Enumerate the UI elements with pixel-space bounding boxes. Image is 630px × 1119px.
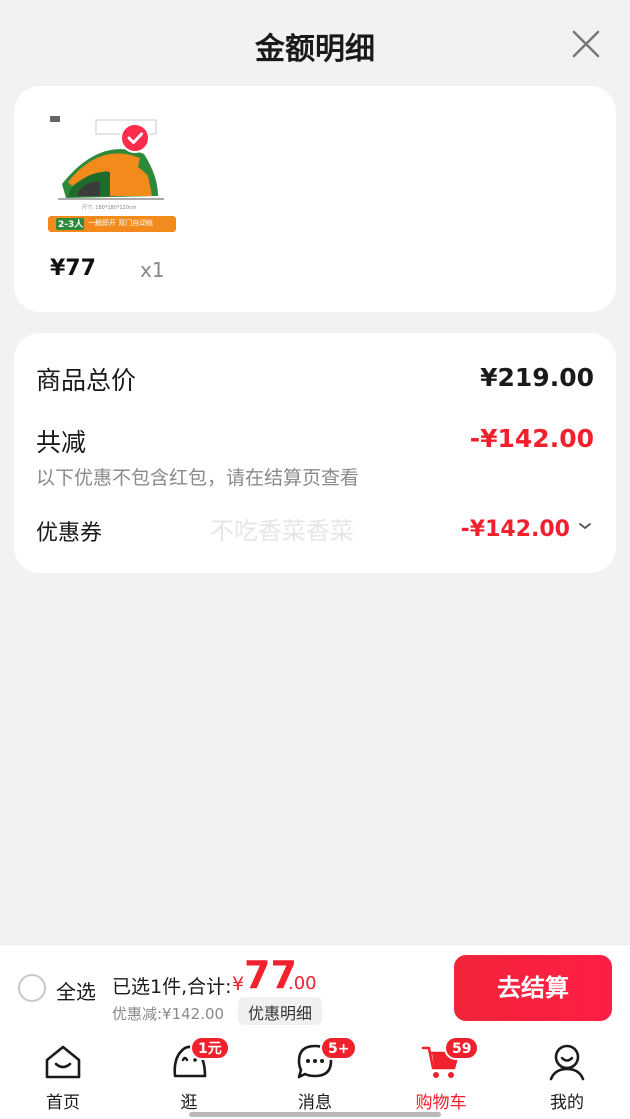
tab-label-profile: 我的 — [550, 1093, 584, 1113]
discount-note: 以下优惠不包含红包，请在结算页查看 — [36, 467, 360, 489]
tab-cart[interactable]: 59 购物车 — [378, 1032, 504, 1119]
watermark-text: 不吃香菜香菜 — [210, 517, 354, 545]
selected-count-text: 已选1件,合计: — [112, 976, 232, 998]
tab-profile[interactable]: 我的 — [504, 1032, 630, 1119]
chevron-down-icon[interactable] — [578, 521, 592, 531]
reduction-label: 共减 — [36, 428, 87, 457]
tab-label-home: 首页 — [46, 1093, 80, 1113]
tab-label-messages: 消息 — [298, 1093, 332, 1113]
tab-messages[interactable]: 5+ 消息 — [252, 1032, 378, 1119]
page-title: 金额明细 — [255, 32, 375, 67]
browse-badge: 1元 — [190, 1036, 230, 1060]
home-indicator — [189, 1112, 441, 1117]
svg-text:尺寸: 180*180*120cm: 尺寸: 180*180*120cm — [82, 204, 137, 211]
checkout-button[interactable]: 去结算 — [454, 955, 612, 1021]
total-amount-decimal: .00 — [288, 973, 317, 994]
tab-label-cart: 购物车 — [415, 1093, 467, 1113]
coupon-label: 优惠券 — [36, 521, 103, 546]
tab-home[interactable]: 首页 — [0, 1032, 126, 1119]
product-price: ¥77 — [50, 256, 96, 281]
tent-tag: 2-3人 — [58, 220, 84, 230]
tab-browse[interactable]: 1元 逛 — [126, 1032, 252, 1119]
product-quantity: x1 — [140, 258, 165, 282]
total-price-label: 商品总价 — [36, 366, 137, 395]
bottom-tab-bar: 首页 1元 逛 5+ 消息 59 购物车 我的 — [0, 1032, 630, 1119]
messages-badge: 5+ — [320, 1036, 358, 1060]
selected-check-badge — [120, 123, 150, 153]
cart-badge: 59 — [444, 1036, 480, 1060]
discount-detail-button[interactable]: 优惠明细 — [238, 997, 323, 1025]
profile-icon — [549, 1044, 585, 1081]
close-icon — [572, 30, 600, 58]
price-summary-card: 商品总价 ¥219.00 共减 -¥142.00 以下优惠不包含红包，请在结算页… — [14, 333, 616, 573]
check-icon — [127, 132, 143, 144]
product-card: 尺寸: 180*180*120cm 2-3人 一触即开 双门自动帐 ¥77 x1 — [14, 86, 616, 312]
discount-amount-text: 优惠减:¥142.00 — [112, 1005, 225, 1023]
product-thumbnail[interactable]: 尺寸: 180*180*120cm 2-3人 一触即开 双门自动帐 — [48, 106, 188, 236]
tab-label-browse: 逛 — [180, 1093, 198, 1113]
total-currency: ¥ — [232, 973, 245, 995]
close-button[interactable] — [566, 24, 606, 64]
home-icon — [45, 1045, 81, 1079]
tent-caption: 一触即开 双门自动帐 — [88, 219, 154, 227]
coupon-value[interactable]: -¥142.00 — [461, 517, 570, 542]
reduction-value: -¥142.00 — [469, 424, 594, 453]
select-all-radio[interactable] — [18, 974, 46, 1002]
checkout-bar: 全选 已选1件,合计: ¥ 77 .00 优惠减:¥142.00 优惠明细 去结… — [0, 944, 630, 1032]
select-all-label[interactable]: 全选 — [56, 976, 96, 1005]
total-price-value: ¥219.00 — [480, 363, 594, 392]
